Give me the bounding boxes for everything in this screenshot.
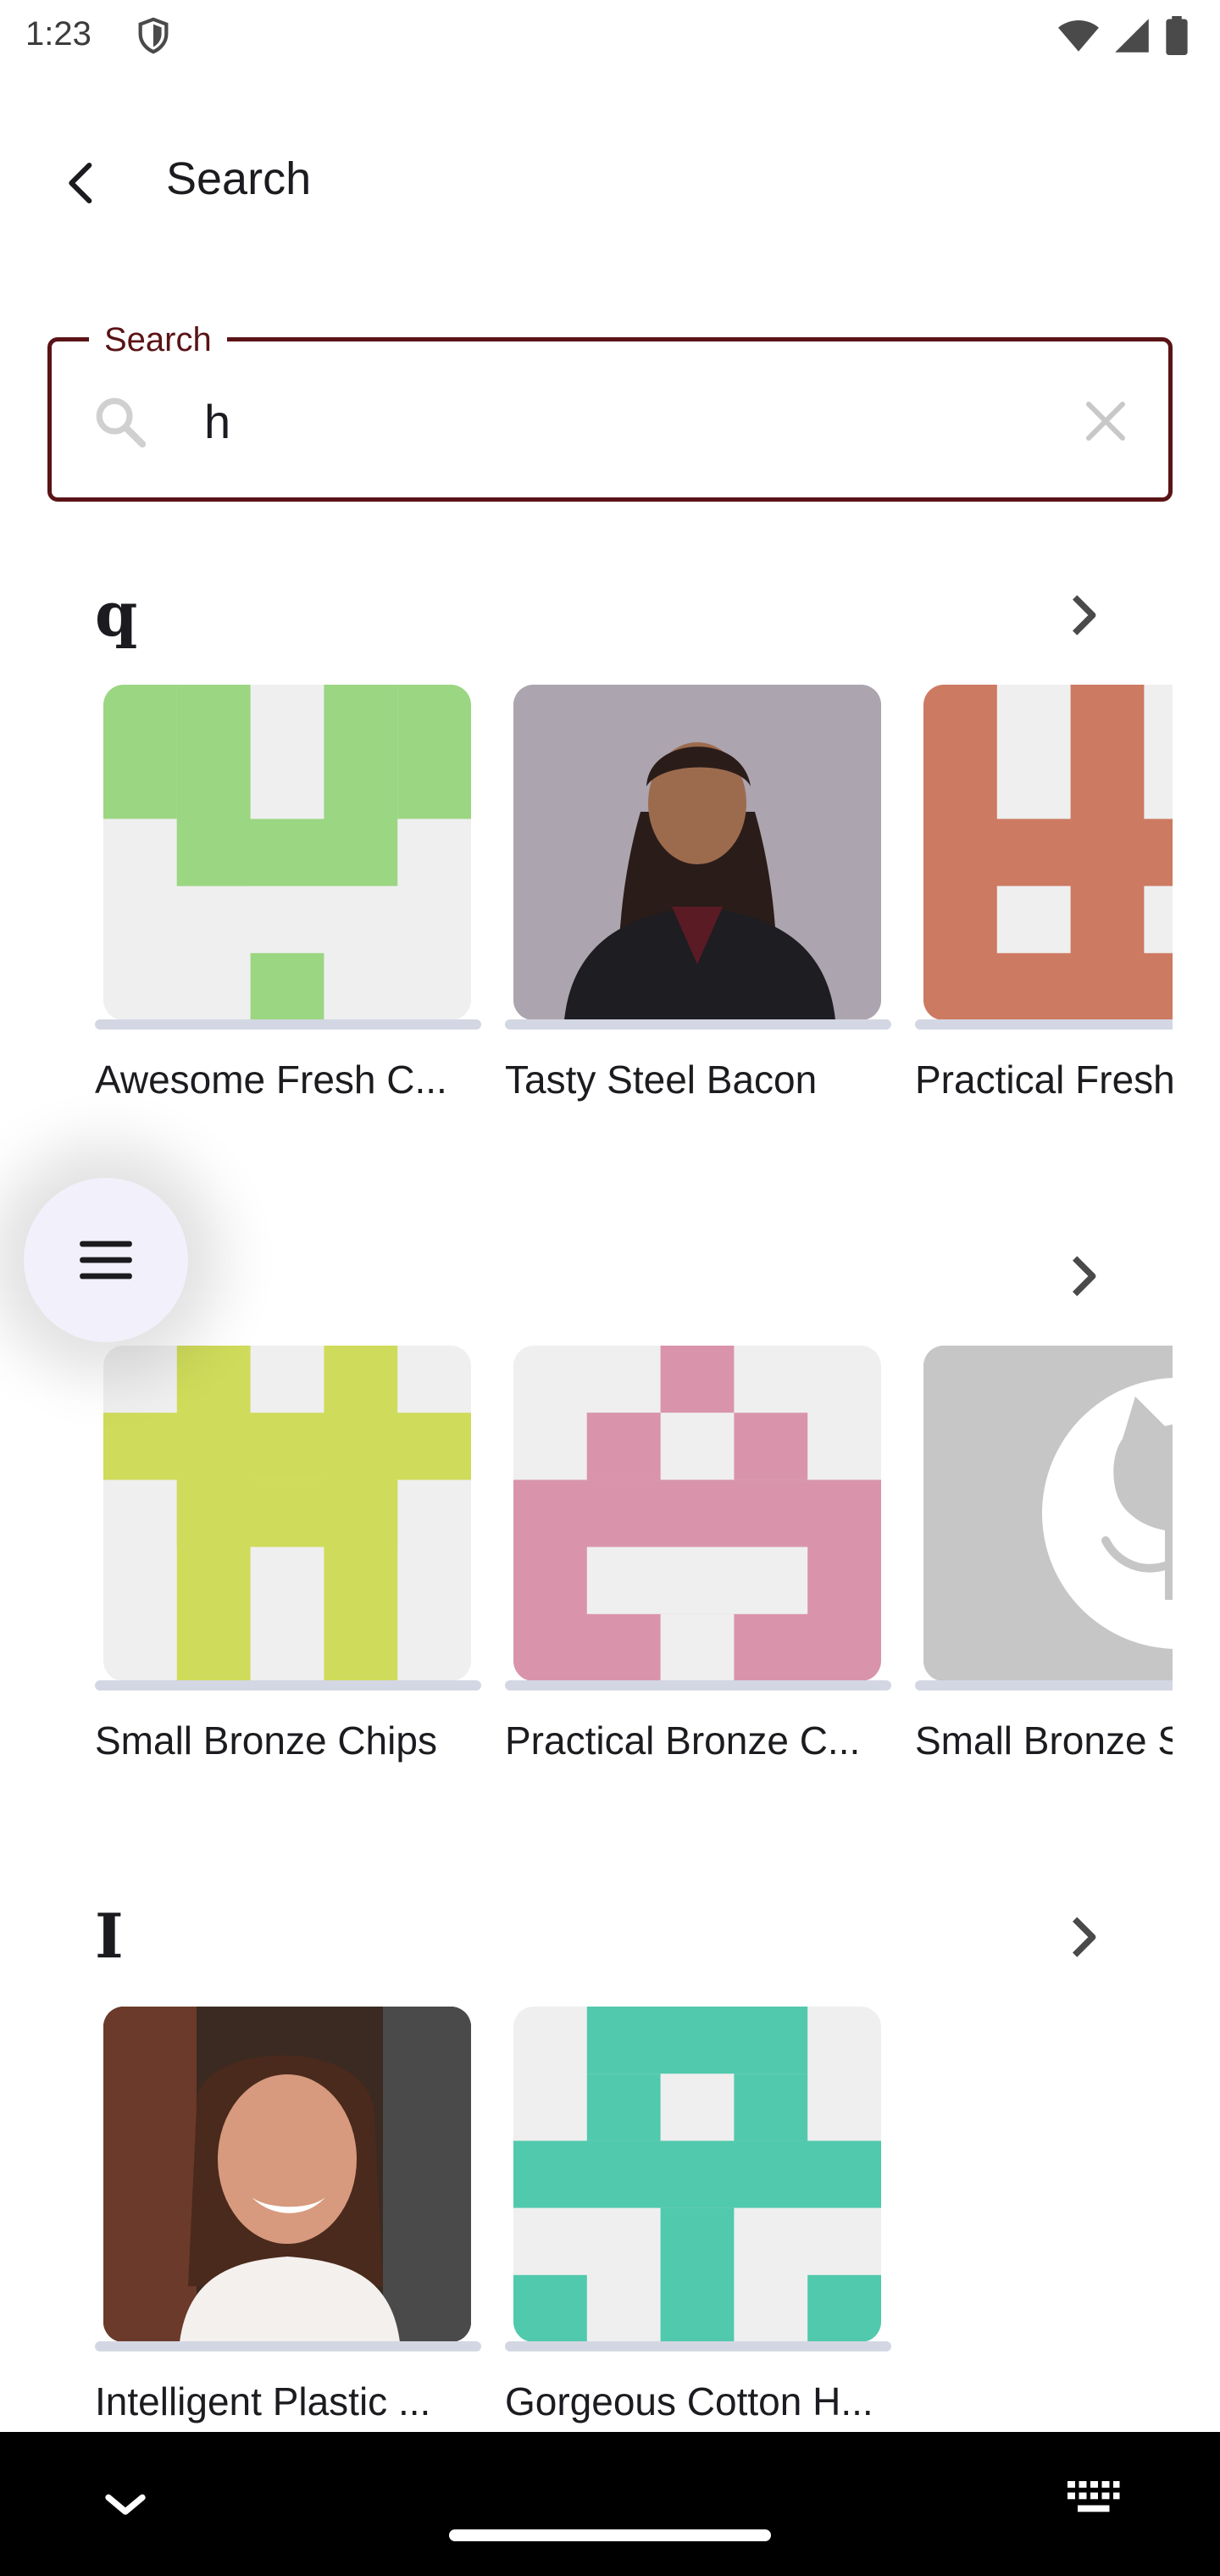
result-card[interactable]: Small Bronze Chips — [95, 1346, 481, 1786]
chevron-down-icon[interactable] — [92, 2469, 159, 2537]
search-icon — [96, 397, 147, 448]
card-underline — [95, 1680, 481, 1690]
github-logo-image — [923, 1346, 1173, 1681]
result-section-i: I Intelligent Plastic ... Gorgeous Cotto… — [0, 1898, 1220, 2508]
back-arrow-icon — [69, 162, 92, 204]
profile-photo — [513, 685, 881, 1020]
identicon-image — [103, 685, 471, 1020]
battery-icon — [1166, 16, 1188, 55]
result-card[interactable]: Small Bronze S — [915, 1346, 1173, 1786]
result-card[interactable]: Tasty Steel Bacon — [505, 685, 891, 1125]
identicon-image — [923, 685, 1173, 1020]
card-row: Awesome Fresh C... Tasty Steel Bacon Pra… — [95, 685, 1173, 1125]
chevron-right-icon[interactable] — [1059, 1252, 1106, 1300]
card-label: Practical Bronze C... — [505, 1718, 861, 1763]
home-handle[interactable] — [449, 2529, 771, 2541]
card-row: Intelligent Plastic ... Gorgeous Cotton … — [95, 2007, 1173, 2447]
card-underline — [505, 1019, 891, 1030]
card-label: Small Bronze S — [915, 1718, 1173, 1763]
result-card[interactable]: Awesome Fresh C... — [95, 685, 481, 1125]
signal-icon — [1115, 19, 1149, 53]
result-card[interactable]: Intelligent Plastic ... — [95, 2007, 481, 2447]
card-underline — [915, 1019, 1173, 1030]
clear-icon[interactable] — [1080, 396, 1131, 447]
result-section-q: q Awesome Fresh C... Tasty Steel Bacon P… — [0, 576, 1220, 1186]
identicon-image — [103, 1346, 471, 1681]
result-card[interactable]: Practical Bronze C... — [505, 1346, 891, 1786]
status-icons — [1057, 15, 1190, 56]
card-underline — [505, 2341, 891, 2351]
card-label: Awesome Fresh C... — [95, 1058, 447, 1102]
result-section-untitled: Small Bronze Chips Practical Bronze C... — [0, 1237, 1220, 1847]
keyboard-icon[interactable] — [1062, 2466, 1123, 2527]
wifi-icon — [1058, 20, 1099, 52]
search-label: Search — [89, 318, 227, 362]
profile-photo — [103, 2007, 471, 2342]
card-underline — [95, 2341, 481, 2351]
app-bar: Search — [0, 127, 1220, 237]
card-label: Small Bronze Chips — [95, 1718, 437, 1763]
shield-icon — [138, 17, 169, 54]
status-bar: 1:23 — [0, 0, 1220, 73]
result-card[interactable]: Gorgeous Cotton H... — [505, 2007, 891, 2447]
card-underline — [505, 1680, 891, 1690]
card-row: Small Bronze Chips Practical Bronze C... — [95, 1346, 1173, 1786]
search-field[interactable]: Search — [47, 318, 1173, 502]
identicon-image — [513, 1346, 881, 1681]
card-underline — [915, 1680, 1173, 1690]
status-time: 1:23 — [25, 15, 92, 53]
chevron-right-icon[interactable] — [1059, 591, 1106, 639]
card-underline — [95, 1019, 481, 1030]
result-card[interactable]: Practical Fresh — [915, 685, 1173, 1125]
search-input[interactable] — [204, 380, 1018, 462]
card-label: Practical Fresh — [915, 1058, 1173, 1102]
back-button[interactable] — [44, 146, 119, 220]
system-navigation-bar — [0, 2432, 1220, 2576]
card-label: Tasty Steel Bacon — [505, 1058, 818, 1102]
card-label: Gorgeous Cotton H... — [505, 2379, 873, 2423]
card-label: Intelligent Plastic ... — [95, 2379, 431, 2423]
menu-button[interactable] — [24, 1178, 188, 1342]
chevron-right-icon[interactable] — [1059, 1913, 1106, 1961]
section-title: q — [95, 578, 138, 650]
section-title: I — [95, 1900, 124, 1972]
menu-icon — [80, 1241, 132, 1280]
identicon-image — [513, 2007, 881, 2342]
page-title: Search — [166, 153, 312, 204]
